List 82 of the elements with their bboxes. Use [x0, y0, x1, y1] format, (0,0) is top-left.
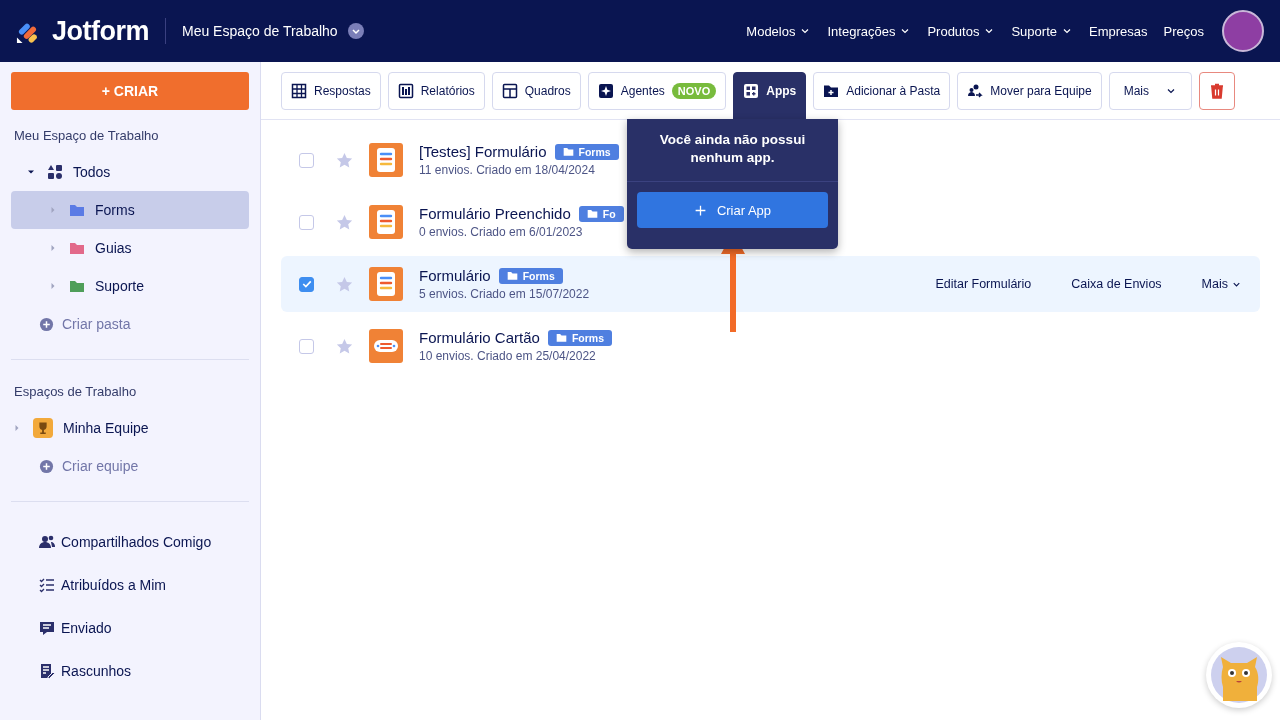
- folder-tag: Forms: [554, 143, 619, 160]
- plus-icon: [693, 203, 707, 217]
- folder-icon: [555, 332, 567, 343]
- toolbar-button[interactable]: Respostas: [281, 71, 381, 110]
- form-title[interactable]: Formulário Cartão: [419, 329, 540, 346]
- team-item[interactable]: Minha Equipe: [11, 409, 249, 447]
- toolbar-button[interactable]: Adicionar à Pasta: [813, 71, 951, 110]
- create-folder-link[interactable]: Criar pasta: [11, 305, 249, 343]
- create-app-button[interactable]: Criar App: [637, 192, 828, 228]
- folder-item[interactable]: Guias: [11, 229, 249, 267]
- row-action[interactable]: Editar Formulário: [935, 277, 1032, 291]
- chat-icon: [39, 619, 55, 636]
- table-icon: [291, 82, 307, 99]
- plus-circle-icon: [39, 458, 54, 474]
- card-form-icon: [369, 329, 403, 363]
- nav-link[interactable]: Preços: [1163, 23, 1204, 39]
- plus-circle-icon: [39, 316, 54, 332]
- toolbar-button[interactable]: Apps: [733, 71, 807, 119]
- row-action[interactable]: Caixa de Envios: [1071, 277, 1162, 291]
- nav-link[interactable]: Integrações: [827, 23, 912, 39]
- form-meta: 10 envios. Criado em 25/04/2022: [419, 349, 597, 363]
- document-icon: [39, 662, 55, 679]
- star-icon[interactable]: [336, 337, 353, 355]
- form-icon: [369, 205, 403, 239]
- workspace-title[interactable]: Meu Espaço de Trabalho: [182, 23, 338, 39]
- toolbar-button[interactable]: Agentes NOVO: [587, 71, 727, 110]
- apps-icon: [743, 82, 760, 99]
- nav-link[interactable]: Modelos: [746, 23, 812, 39]
- folder-tag: Forms: [498, 267, 563, 284]
- nav-link[interactable]: Produtos: [927, 23, 996, 39]
- folder-icon: [586, 208, 598, 219]
- checkbox[interactable]: [299, 276, 314, 292]
- user-avatar[interactable]: [1222, 10, 1264, 52]
- checkbox[interactable]: [299, 152, 314, 168]
- form-icon: [369, 143, 403, 177]
- shapes-icon: [47, 164, 63, 180]
- form-meta: 11 envios. Criado em 18/04/2024: [419, 163, 596, 177]
- form-title[interactable]: Formulário Preenchido: [419, 205, 571, 222]
- checklist-icon: [39, 576, 55, 593]
- sidebar-link[interactable]: Compartilhados Comigo: [11, 520, 249, 563]
- folder-tag: Fo: [578, 205, 624, 222]
- folder-tag: Forms: [547, 329, 612, 346]
- report-icon: [397, 82, 414, 99]
- folder-item[interactable]: Todos: [11, 153, 249, 191]
- board-icon: [501, 82, 518, 99]
- checkbox[interactable]: [299, 338, 314, 354]
- empty-message: Você ainda não possui nenhum app.: [658, 131, 807, 167]
- star-icon[interactable]: [336, 275, 353, 293]
- chevron-down-icon[interactable]: [347, 23, 364, 39]
- delete-button[interactable]: [1199, 71, 1235, 110]
- folder-icon: [506, 270, 518, 281]
- toolbar-button[interactable]: Quadros: [491, 71, 581, 110]
- trash-icon: [1209, 82, 1225, 99]
- folder-item[interactable]: Suporte: [11, 267, 249, 305]
- nav-link[interactable]: Suporte: [1011, 23, 1073, 39]
- section-title: Espaços de Trabalho: [13, 383, 138, 401]
- form-meta: 0 envios. Criado em 6/01/2023: [419, 225, 584, 239]
- star-icon[interactable]: [336, 151, 353, 169]
- sidebar-link[interactable]: Atribuídos a Mim: [11, 563, 249, 606]
- sparkle-icon: [597, 82, 614, 99]
- sidebar-link[interactable]: Rascunhos: [11, 649, 249, 692]
- trophy-icon: [33, 418, 53, 438]
- section-title: Meu Espaço de Trabalho: [13, 127, 160, 145]
- folder-item[interactable]: Forms: [11, 191, 249, 229]
- create-team-link[interactable]: Criar equipe: [11, 447, 249, 485]
- form-meta: 5 envios. Criado em 15/07/2022: [419, 287, 590, 301]
- nav-link[interactable]: Empresas: [1089, 23, 1148, 39]
- toolbar-button[interactable]: Mover para Equipe: [957, 71, 1102, 110]
- toolbar-button[interactable]: Mais: [1108, 71, 1192, 110]
- people-icon: [39, 533, 55, 550]
- form-title[interactable]: Formulário: [419, 267, 491, 284]
- brand-name[interactable]: Jotform: [52, 15, 149, 47]
- star-icon[interactable]: [336, 213, 353, 231]
- sidebar-link[interactable]: Enviado: [11, 606, 249, 649]
- new-badge: NOVO: [671, 82, 717, 99]
- people-arrow-icon: [967, 82, 984, 99]
- form-title[interactable]: [Testes] Formulário: [419, 143, 547, 160]
- folder-icon: [562, 146, 574, 157]
- toolbar-button[interactable]: Relatórios: [387, 71, 485, 110]
- form-icon: [369, 267, 403, 301]
- row-action[interactable]: Mais: [1201, 277, 1242, 291]
- checkbox[interactable]: [299, 214, 314, 230]
